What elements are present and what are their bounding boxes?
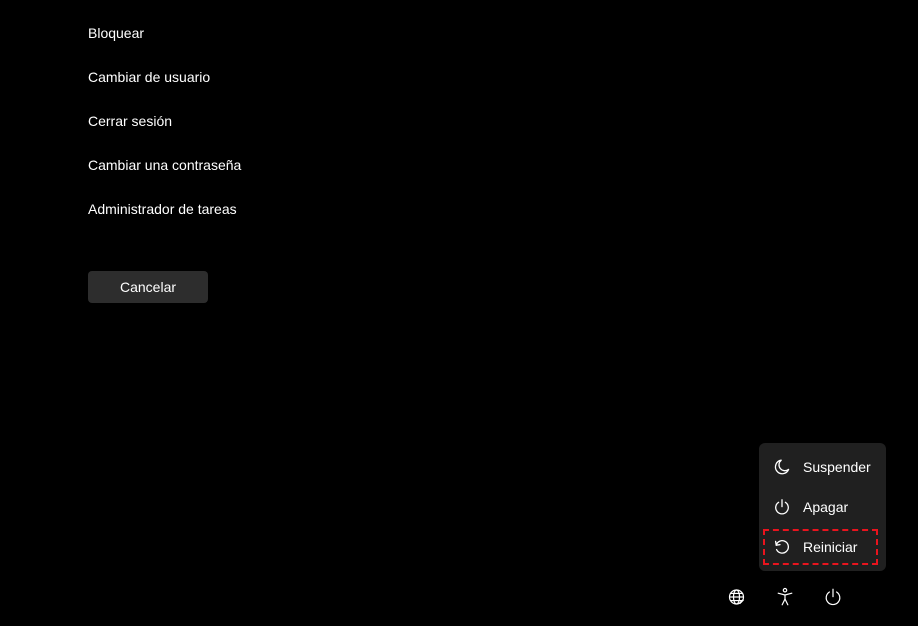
power-menu-item-restart[interactable]: Reiniciar	[759, 527, 886, 567]
option-switch-user[interactable]: Cambiar de usuario	[88, 64, 241, 108]
power-menu-item-shutdown[interactable]: Apagar	[759, 487, 886, 527]
option-lock[interactable]: Bloquear	[88, 20, 241, 64]
power-menu-label: Reiniciar	[803, 539, 858, 555]
bottom-toolbar	[726, 586, 844, 608]
power-menu-label: Suspender	[803, 459, 871, 475]
power-menu-label: Apagar	[803, 499, 849, 515]
option-task-manager[interactable]: Administrador de tareas	[88, 196, 241, 240]
power-menu: Suspender Apagar Reiniciar	[759, 443, 886, 571]
power-menu-item-sleep[interactable]: Suspender	[759, 447, 886, 487]
moon-icon	[774, 459, 790, 475]
network-icon	[728, 589, 745, 605]
restart-icon	[774, 540, 790, 554]
option-change-password[interactable]: Cambiar una contraseña	[88, 152, 241, 196]
cancel-button[interactable]: Cancelar	[88, 271, 208, 303]
power-button[interactable]	[822, 586, 844, 608]
accessibility-icon	[777, 587, 793, 606]
power-icon	[825, 588, 841, 606]
security-options-list: Bloquear Cambiar de usuario Cerrar sesió…	[88, 20, 241, 240]
security-screen: Bloquear Cambiar de usuario Cerrar sesió…	[0, 0, 918, 626]
accessibility-button[interactable]	[774, 586, 796, 608]
option-sign-out[interactable]: Cerrar sesión	[88, 108, 241, 152]
network-button[interactable]	[726, 586, 748, 608]
power-icon	[775, 499, 789, 515]
